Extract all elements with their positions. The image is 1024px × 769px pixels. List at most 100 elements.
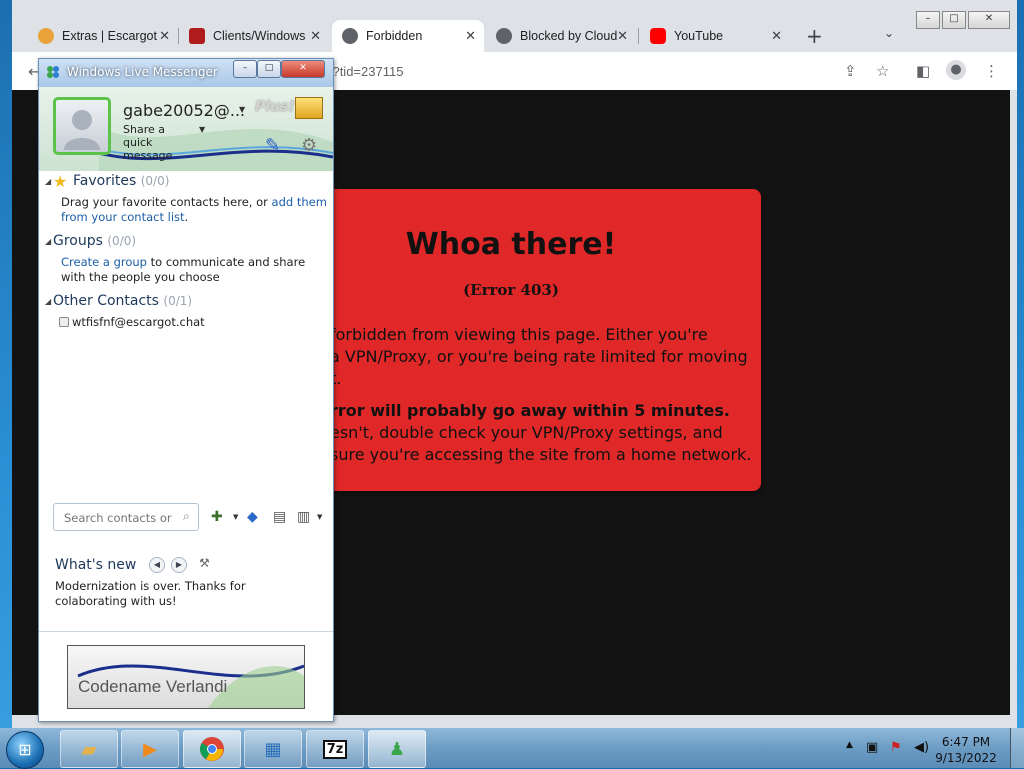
personal-message[interactable]: Share a quick message xyxy=(123,123,195,162)
profile-avatar-icon[interactable]: ● xyxy=(946,60,966,80)
control-panel-icon: ▦ xyxy=(264,738,282,760)
messenger-buddy-icon xyxy=(47,66,59,78)
offline-status-icon xyxy=(59,317,69,327)
chrome-taskbar-button[interactable] xyxy=(183,730,241,768)
show-hidden-icons-icon[interactable]: ▲ xyxy=(846,740,853,750)
error-text-line: a VPN/Proxy, or you're being rate limite… xyxy=(330,347,748,366)
clock-time: 6:47 PM xyxy=(941,735,991,749)
display-name[interactable]: gabe20052@... xyxy=(123,101,245,120)
control-panel-taskbar-button[interactable]: ▦ xyxy=(244,730,302,768)
groups-header[interactable]: Groups (0/0) xyxy=(53,233,136,249)
error-card: Whoa there! (Error 403) forbidden from v… xyxy=(296,189,761,491)
search-input[interactable] xyxy=(62,506,178,530)
layout-icon[interactable]: ⚙ xyxy=(301,135,317,156)
favorites-description: Drag your favorite contacts here, or add… xyxy=(61,195,327,224)
favorites-header[interactable]: Favorites (0/0) xyxy=(73,173,169,189)
chevron-down-icon[interactable]: ▼ xyxy=(317,513,322,521)
search-icon[interactable]: ⌕ xyxy=(183,509,190,524)
folder-icon: ▰ xyxy=(81,737,97,761)
error-code: (Error 403) xyxy=(463,281,559,299)
next-arrow-icon[interactable]: ▶ xyxy=(171,557,187,573)
tab-forbidden[interactable]: Forbidden ✕ xyxy=(332,20,484,52)
close-icon[interactable]: ✕ xyxy=(310,28,321,44)
new-tab-button[interactable]: + xyxy=(806,24,823,48)
windows-logo-icon: ⊞ xyxy=(18,740,32,759)
messenger-taskbar-button[interactable]: ♟ xyxy=(368,730,426,768)
chevron-down-icon[interactable]: ▼ xyxy=(233,513,238,521)
minimize-button[interactable]: – xyxy=(916,11,940,29)
groups-description: Create a group to communicate and share … xyxy=(61,255,306,284)
chevron-down-icon[interactable]: ▼ xyxy=(239,105,245,114)
tools-icon[interactable]: ✎ xyxy=(265,135,280,156)
divider xyxy=(39,631,333,632)
games-icon[interactable]: ◆ xyxy=(247,509,258,525)
minimize-button[interactable]: – xyxy=(233,60,257,78)
globe-icon xyxy=(496,28,512,44)
previous-arrow-icon[interactable]: ◀ xyxy=(149,557,165,573)
chrome-icon xyxy=(200,737,224,761)
tab-clients-windows[interactable]: Clients/Windows ✕ xyxy=(179,20,329,52)
explorer-taskbar-button[interactable]: ▰ xyxy=(60,730,118,768)
collapse-triangle-icon[interactable]: ◢ xyxy=(45,297,51,306)
chrome-icon xyxy=(38,28,54,44)
clock-date: 9/13/2022 xyxy=(935,751,997,765)
tab-divider xyxy=(638,28,639,44)
user-silhouette-icon xyxy=(64,110,100,150)
tab-search-icon[interactable]: ⌄ xyxy=(884,26,894,40)
mail-icon[interactable] xyxy=(295,97,323,119)
start-button[interactable]: ⊞ xyxy=(6,731,44,769)
whats-new-title: What's new xyxy=(55,557,137,573)
tab-youtube[interactable]: YouTube ✕ xyxy=(640,20,790,52)
collapse-triangle-icon[interactable]: ◢ xyxy=(45,177,51,186)
error-text-line: esn't, double check your VPN/Proxy setti… xyxy=(330,423,723,442)
error-text-line: forbidden from viewing this page. Either… xyxy=(330,325,708,344)
action-center-icon[interactable]: ⚑ xyxy=(890,740,902,755)
add-contact-icon[interactable]: ✚ xyxy=(211,509,223,525)
contact-item[interactable]: wtfisfnf@escargot.chat xyxy=(72,315,205,329)
maximize-button[interactable]: □ xyxy=(257,60,281,78)
network-icon[interactable]: ▣ xyxy=(866,740,878,755)
close-icon[interactable]: ✕ xyxy=(771,28,782,44)
side-panel-icon[interactable]: ◧ xyxy=(916,62,930,80)
close-button[interactable]: ✕ xyxy=(281,60,325,78)
messenger-window: Windows Live Messenger – □ ✕ gabe20052@.… xyxy=(38,58,334,722)
media-player-taskbar-button[interactable]: ▶ xyxy=(121,730,179,768)
whats-new-text: Modernization is over. Thanks for colabo… xyxy=(55,579,246,608)
show-desktop-button[interactable] xyxy=(1010,728,1024,768)
star-icon: ★ xyxy=(53,172,68,191)
contact-options-icon[interactable]: ▥ xyxy=(297,509,310,525)
share-icon[interactable]: ⇪ xyxy=(844,62,857,80)
other-contacts-header[interactable]: Other Contacts (0/1) xyxy=(53,293,192,309)
tab-extras[interactable]: Extras | Escargot ✕ xyxy=(28,20,178,52)
bookmark-star-icon[interactable]: ☆ xyxy=(876,62,889,80)
volume-icon[interactable]: ◀) xyxy=(914,740,929,755)
chevron-down-icon[interactable]: ▼ xyxy=(199,125,205,134)
escargot-icon xyxy=(189,28,205,44)
close-icon[interactable]: ✕ xyxy=(159,28,170,44)
tab-strip: Extras | Escargot ✕ Clients/Windows ✕ Fo… xyxy=(12,0,1017,52)
error-title: Whoa there! xyxy=(405,227,617,262)
globe-icon xyxy=(342,28,358,44)
messenger-buddy-icon: ♟ xyxy=(388,738,406,760)
messenger-titlebar[interactable]: Windows Live Messenger – □ ✕ xyxy=(39,59,333,87)
error-text-line: sure you're accessing the site from a ho… xyxy=(330,445,752,464)
7zip-taskbar-button[interactable]: 7z xyxy=(306,730,364,768)
search-field[interactable] xyxy=(53,503,199,531)
ad-banner[interactable]: Codename Verlandi xyxy=(67,645,305,709)
menu-kebab-icon[interactable]: ⋮ xyxy=(984,62,999,80)
maximize-button[interactable]: □ xyxy=(942,11,966,29)
close-icon[interactable]: ✕ xyxy=(617,28,628,44)
plus-badge[interactable]: Plus! xyxy=(255,99,295,115)
collapse-triangle-icon[interactable]: ◢ xyxy=(45,237,51,246)
close-button[interactable]: ✕ xyxy=(968,11,1010,29)
messenger-title: Windows Live Messenger xyxy=(67,65,218,79)
system-clock[interactable]: 6:47 PM 9/13/2022 xyxy=(935,734,997,766)
create-group-link[interactable]: Create a group xyxy=(61,255,147,269)
tab-blocked-by-cloud[interactable]: Blocked by Cloud ✕ xyxy=(486,20,636,52)
7zip-icon: 7z xyxy=(322,739,348,759)
media-player-icon: ▶ xyxy=(143,738,157,760)
change-view-icon[interactable]: ▤ xyxy=(273,509,286,525)
close-icon[interactable]: ✕ xyxy=(465,28,476,44)
avatar[interactable] xyxy=(53,97,111,155)
wrench-icon[interactable]: ⚒ xyxy=(199,556,210,570)
